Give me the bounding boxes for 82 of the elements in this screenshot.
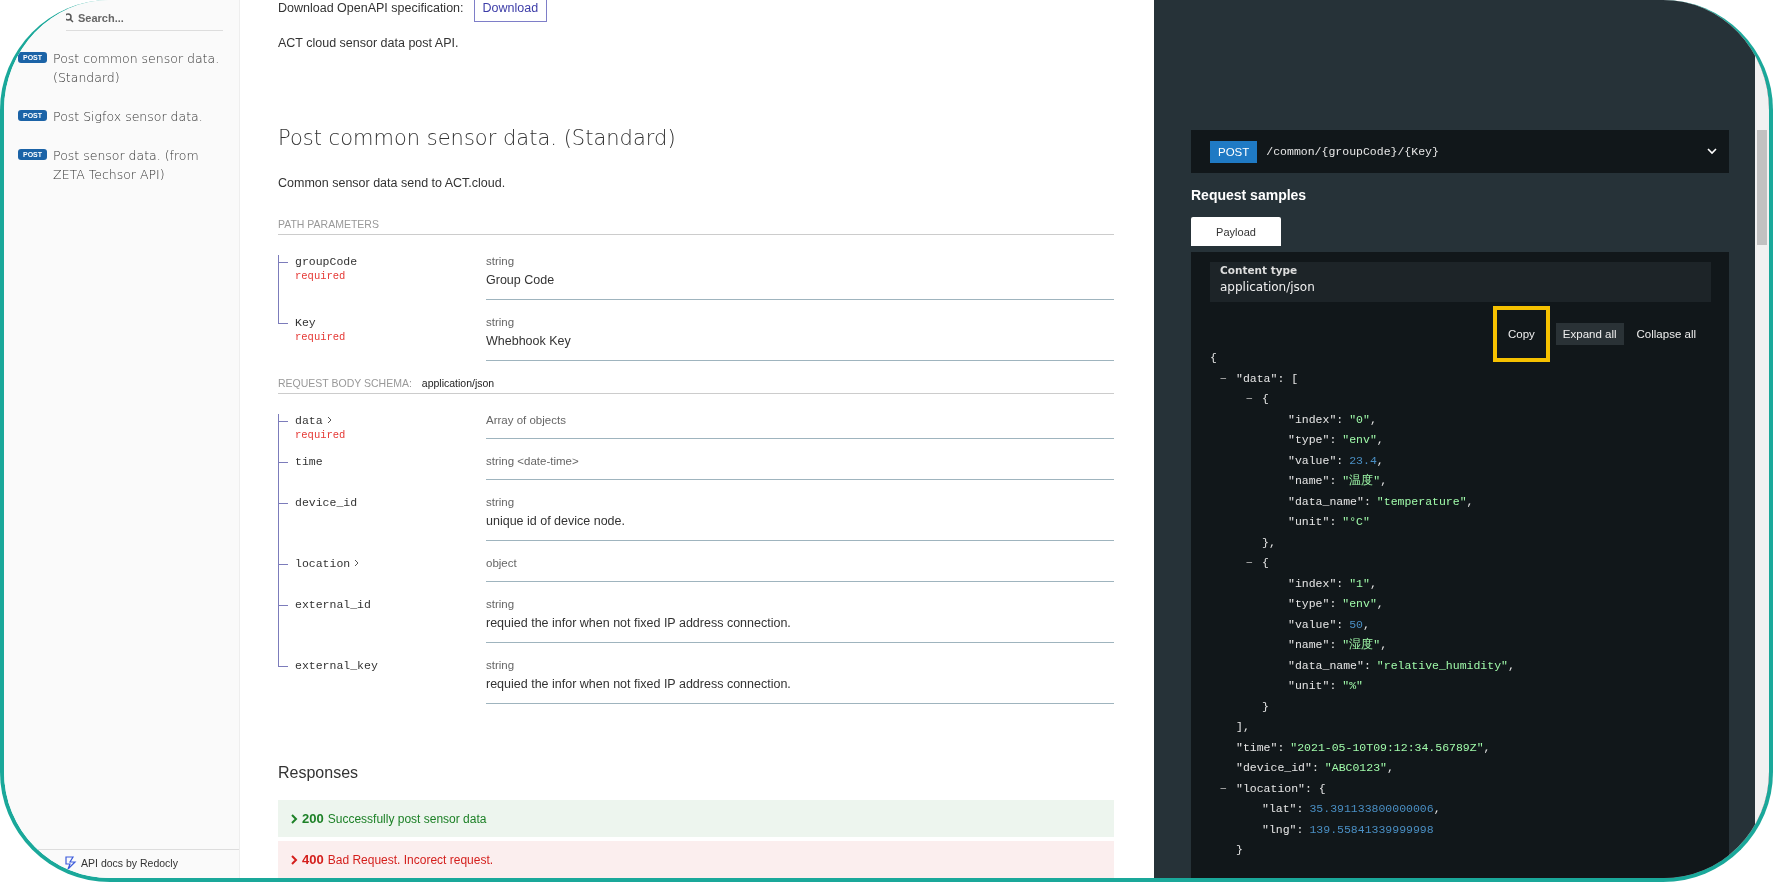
- api-description: ACT cloud sensor data post API.: [278, 36, 460, 50]
- response-description: Successfully post sensor data: [327, 811, 487, 826]
- response-row[interactable]: 200 Successfully post sensor data: [278, 800, 1114, 837]
- param-name: external_key: [295, 659, 379, 672]
- param-description: unique id of device node.: [486, 514, 626, 528]
- chevron-icon[interactable]: [354, 559, 361, 567]
- code-line: {: [1210, 350, 1218, 366]
- status-code: 200: [302, 811, 324, 826]
- code-line: "index": "0",: [1288, 411, 1378, 428]
- response-row[interactable]: 400 Bad Request. Incorect request.: [278, 841, 1114, 878]
- param-name: location: [295, 557, 486, 570]
- chevron-icon: [290, 813, 298, 824]
- code-line: "data_name": "relative_humidity",: [1288, 657, 1516, 674]
- search-icon: [66, 13, 74, 23]
- response-description: Bad Request. Incorect request.: [327, 852, 494, 867]
- action-button[interactable]: Collapse all: [1629, 323, 1703, 345]
- endpoint-path: /common/{groupCode}/{Key}: [1266, 145, 1440, 158]
- param-type: string: [486, 496, 516, 508]
- code-line: "unit": "°C": [1288, 514, 1371, 530]
- param-name: external_id: [295, 598, 372, 611]
- param-type: string <date-time>: [486, 455, 580, 467]
- code-line: "type": "env",: [1288, 432, 1385, 448]
- code-line: }: [1236, 842, 1244, 858]
- code-line: "type": "env",: [1288, 596, 1385, 612]
- content-type: application/json: [421, 377, 495, 389]
- footer-link[interactable]: API docs by Redocly: [81, 857, 178, 869]
- param-type: Array of objects: [486, 414, 567, 426]
- code-line: "time": "2021-05-10T09:12:34.56789Z",: [1236, 739, 1492, 756]
- code-line: "value": 50,: [1288, 616, 1371, 633]
- action-button[interactable]: Expand all: [1555, 323, 1624, 345]
- tab[interactable]: Payload: [1191, 217, 1281, 246]
- endpoint-bar[interactable]: POST /common/{groupCode}/{Key}: [1191, 130, 1729, 173]
- param-type: object: [486, 557, 518, 569]
- param-type: string: [486, 659, 516, 671]
- content-type-select[interactable]: Content type application/json: [1210, 262, 1711, 302]
- collapse-toggle[interactable]: −: [1220, 368, 1234, 389]
- param-name: Key: [295, 316, 317, 329]
- operation-title: Post common sensor data. (Standard): [278, 126, 677, 150]
- operation-description: Common sensor data send to ACT.cloud.: [278, 176, 507, 190]
- param-name: time: [295, 455, 324, 468]
- action-button[interactable]: Copy: [1492, 306, 1550, 362]
- section-title: REQUEST BODY SCHEMA:: [278, 377, 412, 389]
- param-type: string: [486, 316, 516, 328]
- download-label: Download OpenAPI specification:: [278, 1, 464, 15]
- param-description: Group Code: [486, 273, 556, 287]
- required-label: required: [295, 429, 347, 441]
- param-name: data: [295, 414, 486, 427]
- download-button[interactable]: Download: [473, 0, 548, 22]
- collapse-toggle[interactable]: −: [1246, 389, 1260, 410]
- required-label: required: [295, 331, 347, 343]
- code-line: "data_name": "temperature",: [1288, 493, 1475, 510]
- code-line: "name": "温度",: [1288, 473, 1389, 489]
- required-label: required: [295, 270, 347, 282]
- param-description: requied the infor when not fixed IP address connection.: [486, 616, 792, 630]
- code-line: "index": "1",: [1288, 575, 1378, 592]
- code-line: "name": "湿度",: [1288, 637, 1389, 653]
- search-field[interactable]: Search...: [78, 12, 198, 24]
- samples-title: Request samples: [1191, 187, 1308, 203]
- collapse-toggle[interactable]: −: [1220, 778, 1234, 799]
- code-line: "device_id": "ABC0123",: [1236, 760, 1395, 776]
- collapse-toggle[interactable]: −: [1246, 553, 1260, 574]
- code-line: "unit": "%": [1288, 678, 1365, 694]
- code-line: },: [1262, 534, 1277, 551]
- param-name: groupCode: [295, 255, 359, 268]
- chevron-icon[interactable]: [326, 416, 333, 424]
- param-name: device_id: [295, 496, 359, 509]
- chevron-icon: [290, 854, 298, 865]
- param-description: requied the infor when not fixed IP address connection.: [486, 677, 792, 691]
- method-badge: POST: [1210, 140, 1258, 163]
- responses-title: Responses: [278, 764, 360, 782]
- code-line: ],: [1236, 719, 1251, 735]
- code-line: "value": 23.4,: [1288, 452, 1385, 469]
- code-line: }: [1262, 698, 1270, 715]
- code-line: "lat": 35.391133800000006,: [1262, 801, 1442, 817]
- param-type: string: [486, 255, 516, 267]
- status-code: 400: [302, 852, 324, 867]
- chevron-down-icon: [1707, 148, 1717, 155]
- code-line: "lng": 139.55841339999998: [1262, 821, 1435, 838]
- scrollbar-thumb[interactable]: [1757, 130, 1767, 245]
- section-title: PATH PARAMETERS: [278, 218, 379, 230]
- param-description: Whebhook Key: [486, 334, 572, 348]
- param-type: string: [486, 598, 516, 610]
